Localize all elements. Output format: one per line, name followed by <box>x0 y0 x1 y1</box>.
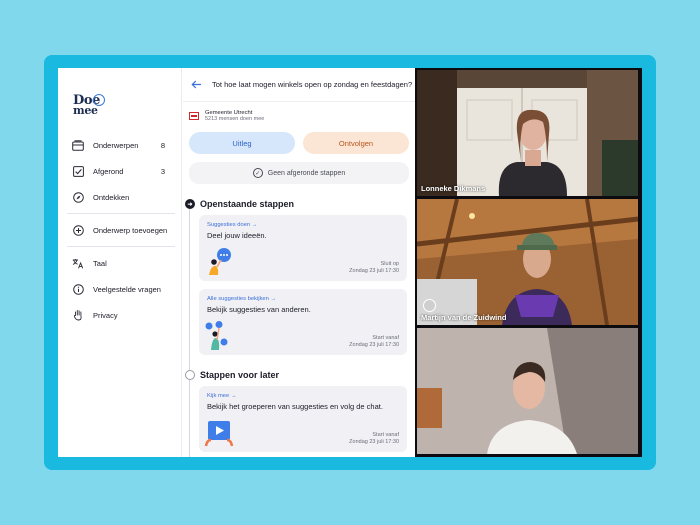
inbox-icon <box>72 139 84 151</box>
sidebar: Doe mee Onderwerpen 8 Afgerond 3 Ontdekk… <box>58 68 182 457</box>
section-title: Openstaande stappen <box>200 199 295 209</box>
completed-steps-label: Geen afgeronde stappen <box>267 169 346 177</box>
step-schedule: Start vanaf Zondag 23 juli 17:30 <box>349 335 399 350</box>
compass-icon <box>72 191 84 203</box>
participant-name: Lonneke Dikmans <box>421 184 486 193</box>
step-schedule: Sluit op Zondag 23 juli 17:30 <box>349 261 399 276</box>
participant-video <box>417 70 638 196</box>
step-link[interactable]: Suggesties doen → <box>207 222 258 228</box>
topic-header: Tot hoe laat mogen winkels open op zonda… <box>183 68 415 102</box>
arrow-right-icon: ➜ <box>185 199 195 209</box>
plus-circle-icon <box>72 224 84 236</box>
doemee-logo[interactable]: Doe mee <box>73 94 113 122</box>
schedule-label: Start vanaf <box>372 335 399 341</box>
video-play-illustration-icon <box>204 418 234 448</box>
schedule-date: Zondag 23 juli 17:30 <box>349 342 399 349</box>
sidebar-item-label: Onderwerpen <box>93 140 139 150</box>
timeline-line <box>189 206 190 457</box>
sidebar-item-label: Privacy <box>93 310 118 320</box>
gemeente-utrecht-logo <box>189 112 199 120</box>
completed-steps-indicator: ✓ Geen afgeronde stappen <box>189 162 409 184</box>
check-circle-icon: ✓ <box>252 168 263 178</box>
participant-video <box>417 328 638 454</box>
step-description: Bekijk suggesties van anderen. <box>207 305 311 314</box>
step-link[interactable]: Alle suggesties bekijken → <box>207 296 276 302</box>
organization-info: Gemeente Utrecht 5213 mensen doen mee <box>189 107 409 125</box>
sidebar-divider <box>67 246 175 247</box>
topic-actions: Uitleg Ontvolgen <box>189 132 409 156</box>
sidebar-item-label: Veelgestelde vragen <box>93 284 161 294</box>
schedule-label: Start vanaf <box>372 432 399 438</box>
sidebar-item-label: Ontdekken <box>93 192 130 202</box>
count-badge: 3 <box>160 166 165 176</box>
empty-circle-icon <box>185 370 195 380</box>
step-description: Bekijk het groeperen van suggesties en v… <box>207 402 383 411</box>
page-title: Tot hoe laat mogen winkels open op zonda… <box>212 80 413 89</box>
sidebar-item-privacy[interactable]: Privacy <box>67 302 175 328</box>
sidebar-item-label: Afgerond <box>93 166 124 176</box>
topic-panel: Tot hoe laat mogen winkels open op zonda… <box>183 68 415 457</box>
sidebar-item-onderwerpen[interactable]: Onderwerpen 8 <box>67 132 175 158</box>
video-tile[interactable] <box>417 328 638 454</box>
people-bubbles-illustration-icon <box>204 321 234 351</box>
schedule-date: Zondag 23 juli 17:30 <box>349 268 399 275</box>
info-icon <box>72 283 84 295</box>
video-tile[interactable]: Martijn van de Zuidwind <box>417 199 638 325</box>
video-call-panel: Lonneke Dikmans Martijn van de Zuidwind <box>415 68 642 457</box>
step-schedule: Start vanaf Zondag 23 juli 17:30 <box>349 432 399 447</box>
participant-name: Martijn van de Zuidwind <box>421 313 507 322</box>
section-title: Stappen voor later <box>200 370 280 380</box>
schedule-date: Zondag 23 juli 17:30 <box>349 439 399 446</box>
step-card-suggesties-bekijken[interactable]: Alle suggesties bekijken → Bekijk sugges… <box>199 289 407 355</box>
hand-icon <box>72 309 84 321</box>
sidebar-item-afgerond[interactable]: Afgerond 3 <box>67 158 175 184</box>
checkbox-icon <box>72 165 84 177</box>
sidebar-item-label: Onderwerp toevoegen <box>93 225 168 235</box>
translate-icon <box>72 257 84 269</box>
avatar <box>423 299 436 312</box>
sidebar-divider <box>67 213 175 214</box>
video-tile[interactable]: Lonneke Dikmans <box>417 70 638 196</box>
step-card-suggesties-doen[interactable]: Suggesties doen → Deel jouw ideeën. Slui… <box>199 215 407 281</box>
back-arrow-icon[interactable] <box>189 78 203 92</box>
step-card-kijk-mee[interactable]: Kijk mee → Bekijk het groeperen van sugg… <box>199 386 407 452</box>
step-description: Deel jouw ideeën. <box>207 231 267 240</box>
ontvolgen-button[interactable]: Ontvolgen <box>303 132 409 154</box>
schedule-label: Sluit op <box>380 261 399 267</box>
logo-circle-icon <box>93 94 105 106</box>
sidebar-item-ontdekken[interactable]: Ontdekken <box>67 184 175 210</box>
sidebar-item-label: Taal <box>93 258 107 268</box>
sidebar-item-veelgestelde-vragen[interactable]: Veelgestelde vragen <box>67 276 175 302</box>
logo-text-bottom: mee <box>73 104 98 117</box>
later-steps-heading: Stappen voor later <box>185 370 279 380</box>
sidebar-item-onderwerp-toevoegen[interactable]: Onderwerp toevoegen <box>67 217 175 243</box>
participant-video <box>417 199 638 325</box>
sidebar-nav: Onderwerpen 8 Afgerond 3 Ontdekken Onder… <box>67 132 175 328</box>
step-link[interactable]: Kijk mee → <box>207 393 237 399</box>
uitleg-button[interactable]: Uitleg <box>189 132 295 154</box>
sidebar-item-taal[interactable]: Taal <box>67 250 175 276</box>
open-steps-heading: ➜ Openstaande stappen <box>185 199 294 209</box>
chat-bubble-illustration-icon <box>204 247 234 277</box>
participant-count: 5213 mensen doen mee <box>205 116 265 123</box>
count-badge: 8 <box>160 140 165 150</box>
app-window: Doe mee Onderwerpen 8 Afgerond 3 Ontdekk… <box>58 68 642 457</box>
